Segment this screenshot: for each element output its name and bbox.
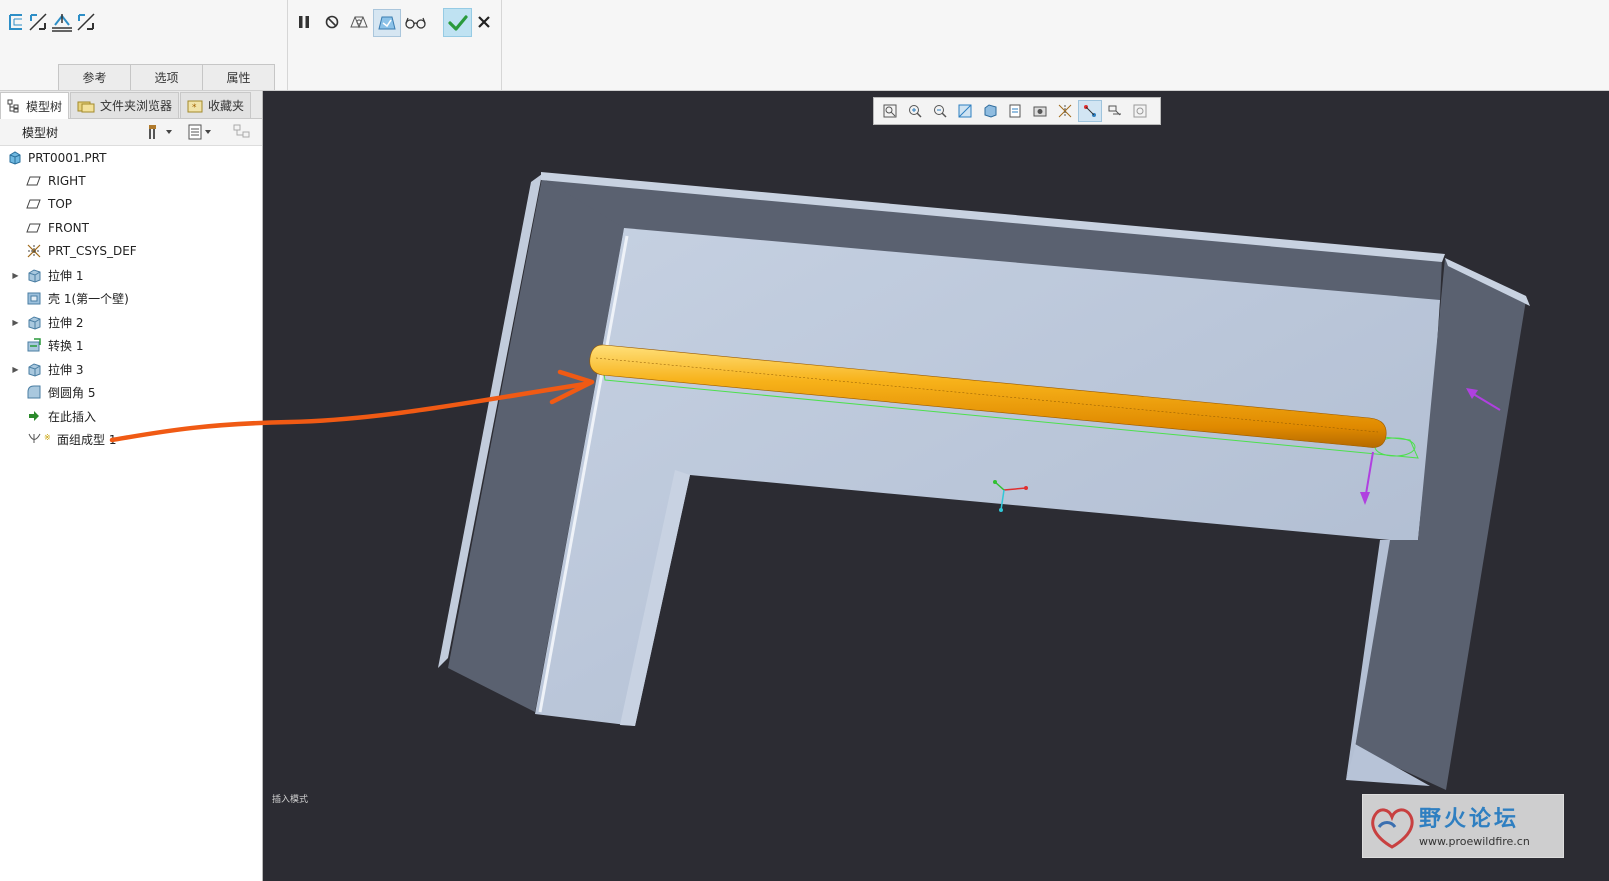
mode-status-text: 插入模式 (272, 795, 309, 805)
zoom-in-icon[interactable] (903, 100, 927, 122)
repaint-icon[interactable] (953, 100, 977, 122)
watermark: 野火论坛 www.proewildfire.cn (1362, 794, 1564, 858)
view-toolbar (873, 97, 1161, 125)
display-style-icon[interactable] (978, 100, 1002, 122)
zoom-out-icon[interactable] (928, 100, 952, 122)
model-scene (109, 172, 1530, 790)
refit-icon[interactable] (878, 100, 902, 122)
saved-views-icon[interactable] (1003, 100, 1027, 122)
datum-display-icon[interactable] (1053, 100, 1077, 122)
spin-center-icon[interactable] (1078, 100, 1102, 122)
watermark-title: 野火论坛 (1419, 807, 1520, 832)
part-top-face (535, 228, 1440, 726)
appearance-icon[interactable] (1128, 100, 1152, 122)
watermark-url: www.proewildfire.cn (1419, 835, 1530, 848)
forum-logo-icon (1371, 808, 1414, 849)
annotation-display-icon[interactable] (1103, 100, 1127, 122)
view-manager-icon[interactable] (1028, 100, 1052, 122)
